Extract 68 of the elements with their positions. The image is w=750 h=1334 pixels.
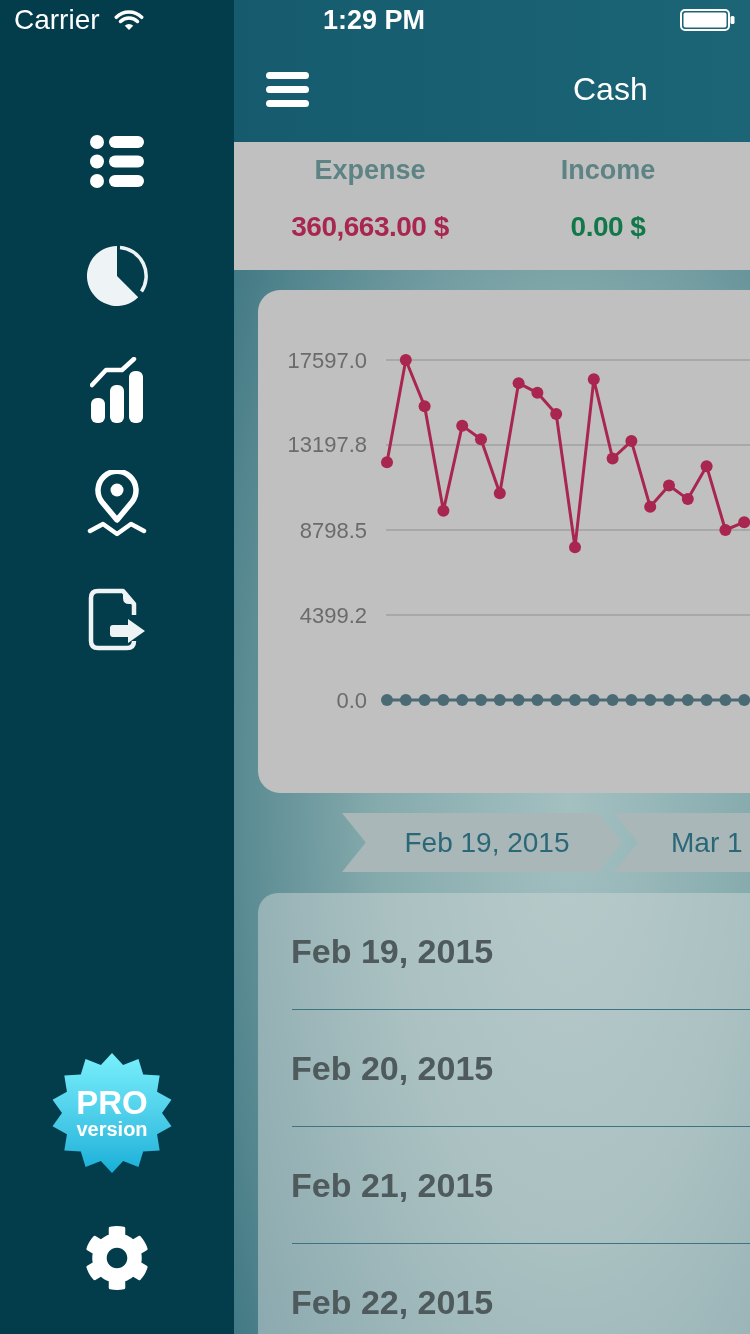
data-point — [531, 694, 544, 706]
data-point — [456, 694, 469, 706]
data-point — [663, 694, 675, 706]
data-point — [625, 694, 638, 706]
data-point — [512, 694, 525, 706]
bar-chart-icon[interactable] — [90, 357, 144, 423]
axis-label: 0.0 — [336, 687, 367, 713]
data-point — [681, 493, 694, 506]
data-point — [512, 377, 525, 390]
file-export-icon[interactable] — [88, 588, 146, 651]
data-point — [493, 694, 506, 706]
data-point — [644, 500, 657, 513]
date-tab[interactable]: Mar 1 — [614, 813, 750, 872]
data-point — [569, 541, 581, 554]
data-point — [587, 373, 600, 386]
carrier-name: Carrier — [14, 4, 100, 36]
summary-label: Expense — [314, 154, 426, 186]
data-point — [456, 419, 469, 432]
data-point — [663, 479, 675, 492]
list-icon[interactable] — [90, 135, 144, 188]
axis-label: 8798.5 — [299, 517, 367, 543]
data-point — [381, 694, 393, 706]
data-point — [399, 694, 412, 706]
data-point — [719, 523, 732, 536]
data-point — [418, 694, 431, 706]
data-point — [700, 460, 713, 473]
pie-chart-icon[interactable] — [86, 245, 148, 307]
screen-title: Cash — [573, 70, 648, 108]
data-point — [587, 694, 600, 706]
data-point — [719, 694, 732, 706]
data-point — [550, 694, 563, 706]
entry-date[interactable]: Feb 19, 2015 — [291, 931, 494, 971]
battery-icon — [680, 9, 735, 31]
data-point — [700, 694, 713, 706]
map-pin-icon[interactable] — [87, 470, 147, 538]
pro-version-badge[interactable]: PRO version — [51, 1053, 173, 1173]
data-point — [531, 386, 544, 399]
data-point — [475, 433, 487, 446]
status-time: 1:29 PM — [323, 4, 426, 36]
summary-amount: 360,663.00 $ — [291, 210, 449, 244]
data-point — [381, 456, 393, 469]
entry-date[interactable]: Feb 20, 2015 — [291, 1048, 494, 1088]
summary-amount: 0.00 $ — [570, 210, 646, 244]
data-point — [418, 400, 431, 413]
data-point — [738, 516, 750, 529]
menu-icon[interactable] — [266, 71, 309, 107]
data-point — [644, 694, 657, 706]
axis-label: 17597.0 — [287, 347, 367, 373]
axis-label: 4399.2 — [299, 602, 367, 628]
data-point — [550, 408, 563, 421]
data-point — [437, 694, 450, 706]
date-tab[interactable]: Feb 19, 2015 — [342, 813, 622, 872]
data-point — [493, 487, 506, 500]
data-point — [475, 694, 487, 706]
summary-label: Income — [560, 154, 656, 186]
wifi-icon — [113, 9, 144, 31]
entry-date[interactable]: Feb 21, 2015 — [291, 1165, 494, 1205]
data-point — [681, 694, 694, 706]
data-point — [606, 452, 619, 465]
entry-date[interactable]: Feb 22, 2015 — [291, 1282, 494, 1322]
data-point — [569, 694, 581, 706]
data-point — [437, 504, 450, 517]
settings-icon[interactable] — [84, 1225, 150, 1291]
data-point — [625, 435, 638, 448]
axis-label: 13197.8 — [287, 432, 367, 458]
data-point — [399, 354, 412, 366]
data-point — [738, 694, 750, 706]
data-point — [606, 694, 619, 706]
